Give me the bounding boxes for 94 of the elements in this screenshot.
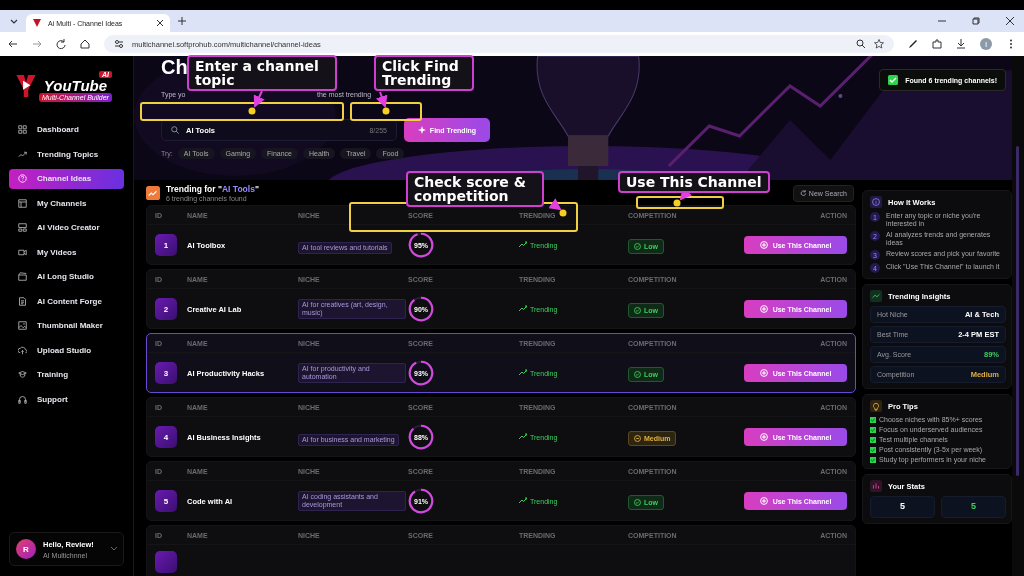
check-circle-icon [634, 499, 641, 506]
pointer-arrow [548, 198, 562, 211]
check-circle-icon [634, 371, 641, 378]
channel-number: 4 [155, 426, 177, 448]
stat-value: 5 [941, 496, 1006, 518]
refresh-icon [799, 190, 806, 196]
channel-number: 5 [155, 490, 177, 512]
annotation-callout: Enter a channel topic [187, 55, 337, 91]
channel-number-box [155, 551, 177, 573]
new-tab-icon[interactable] [178, 17, 186, 25]
info-icon [870, 196, 882, 208]
checkbox-icon [870, 446, 876, 453]
highlight-frame [350, 102, 422, 121]
stat-value: 5 [870, 496, 935, 518]
home-icon[interactable] [80, 39, 90, 49]
sidebar-item[interactable]: My Channels [9, 193, 124, 213]
page-title: Ch [161, 56, 188, 80]
minimize-icon[interactable] [938, 17, 946, 25]
plus-circle-icon [759, 369, 768, 377]
sidebar-item[interactable]: Dashboard [9, 120, 124, 140]
user-avatar: R [16, 539, 36, 559]
logo-title: YouTube [43, 77, 108, 93]
pen-icon[interactable] [908, 39, 918, 49]
channel-number: 2 [155, 298, 177, 320]
sidebar-item[interactable]: Channel Ideas [9, 169, 124, 189]
marker-dot [382, 107, 390, 115]
marker-dot [559, 209, 567, 217]
marker-dot [673, 199, 681, 207]
sidebar-item[interactable]: Support [9, 389, 124, 409]
restore-icon[interactable] [972, 17, 980, 25]
checkbox-icon [870, 456, 876, 463]
plus-circle-icon [759, 305, 768, 313]
chevron-down-icon[interactable] [111, 546, 117, 552]
minus-circle-icon [634, 435, 641, 442]
checkbox-icon [870, 426, 876, 433]
trend-icon [519, 241, 527, 249]
check-circle-icon [634, 307, 641, 314]
annotation-callout: Click Find Trending [374, 55, 474, 91]
search-icon [171, 126, 179, 134]
close-icon[interactable] [1006, 17, 1014, 25]
plus-circle-icon [759, 241, 768, 249]
sidebar-item[interactable]: My Videos [9, 242, 124, 262]
annotation-callout: Use This Channel [618, 171, 770, 193]
trend-icon [519, 369, 527, 377]
grid-icon [18, 125, 27, 135]
image-icon [18, 321, 27, 331]
plus-circle-icon [759, 497, 768, 505]
trend-icon [870, 290, 882, 302]
favicon-icon [32, 18, 42, 28]
checkbox-icon [870, 436, 876, 443]
video-camera-icon [18, 247, 27, 257]
pointer-arrow [376, 91, 388, 108]
sidebar-item[interactable]: Thumbnail Maker [9, 316, 124, 336]
trend-icon [146, 186, 160, 200]
close-icon[interactable] [156, 19, 164, 27]
plus-circle-icon [759, 433, 768, 441]
trend-icon [18, 149, 27, 159]
sidebar-item[interactable]: AI Content Forge [9, 291, 124, 311]
sidebar-item[interactable]: AI Long Studio [9, 267, 124, 287]
marker-dot [248, 107, 256, 115]
channel-number: 3 [155, 362, 177, 384]
check-circle-icon [634, 243, 641, 250]
bar-chart-icon [870, 480, 882, 492]
download-icon[interactable] [956, 39, 966, 49]
layout-icon [18, 198, 27, 208]
forward-icon[interactable] [32, 39, 42, 49]
sparkle-icon [417, 126, 426, 134]
trend-icon [519, 497, 527, 505]
zoom-icon[interactable] [856, 39, 866, 49]
checkbox-icon [870, 416, 876, 423]
back-icon[interactable] [8, 39, 18, 49]
channel-number: 1 [155, 234, 177, 256]
search-query: AI Tools [222, 184, 255, 194]
annotation-callout: Check score & competition [406, 171, 544, 207]
sidebar-item[interactable]: Trending Topics [9, 144, 124, 164]
check-icon [888, 75, 899, 85]
results-title: Trending for " [166, 184, 222, 194]
results-title: " [254, 184, 259, 194]
document-icon [18, 296, 27, 306]
trend-icon [519, 305, 527, 313]
star-icon[interactable] [874, 39, 884, 49]
cloud-upload-icon [18, 345, 27, 355]
scrollbar[interactable] [1012, 56, 1024, 576]
tab-list-icon[interactable] [10, 17, 18, 25]
clapper-icon [18, 272, 27, 282]
pointer-arrow [253, 90, 265, 108]
trend-icon [519, 433, 527, 441]
lightbulb-icon [870, 400, 882, 412]
headphones-icon [18, 394, 27, 404]
sidebar-item[interactable]: Upload Studio [9, 340, 124, 360]
site-settings-icon[interactable] [114, 39, 124, 49]
sidebar-item[interactable]: Training [9, 365, 124, 385]
reload-icon[interactable] [56, 39, 66, 49]
sidebar-item[interactable]: AI Video Creator [9, 218, 124, 238]
